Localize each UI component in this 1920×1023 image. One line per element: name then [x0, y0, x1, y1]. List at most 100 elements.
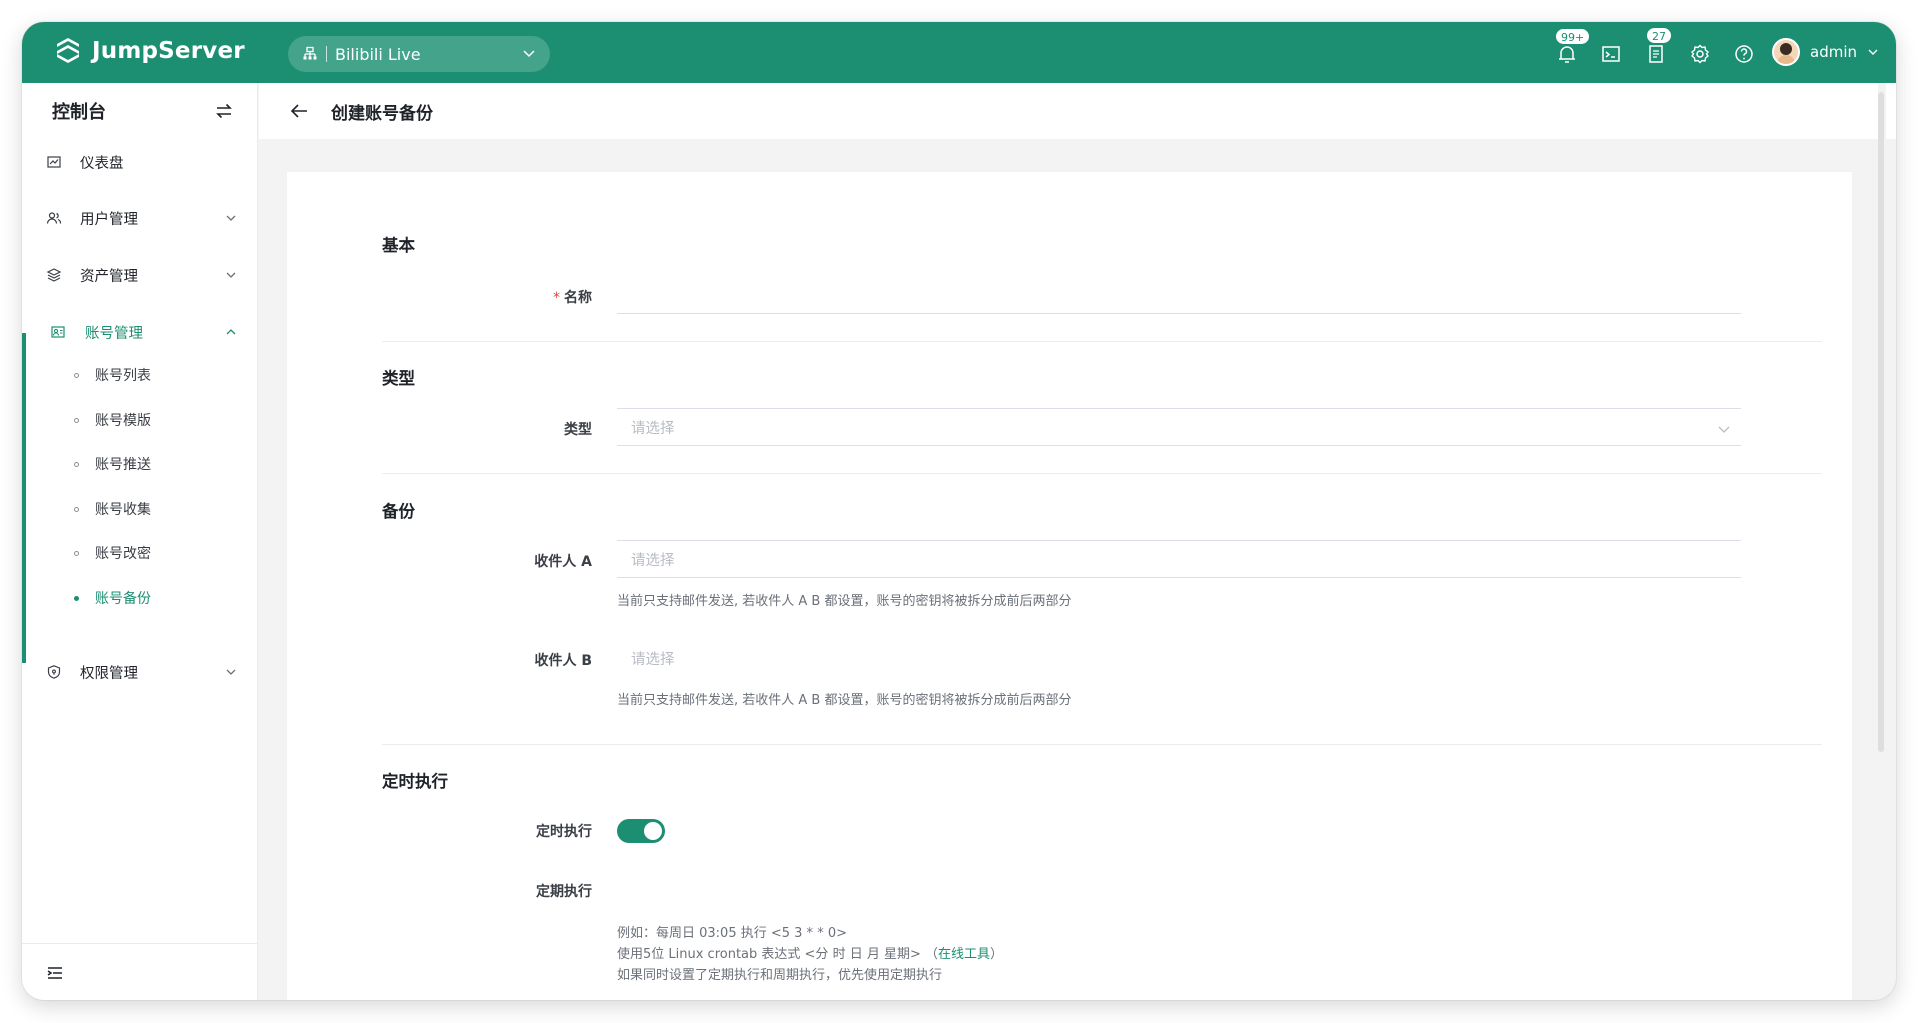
dashboard-icon: [47, 156, 61, 168]
section-title-type: 类型: [382, 369, 415, 388]
sidebar-item-permissions[interactable]: 权限管理: [22, 649, 258, 695]
users-icon: [46, 212, 62, 224]
sidebar-item-label: 用户管理: [80, 211, 138, 228]
collapse-sidebar-icon[interactable]: [46, 964, 64, 982]
bullet-icon: [74, 372, 79, 378]
recipient-a-placeholder: 请选择: [631, 552, 675, 569]
sidebar-subitem-account-backup[interactable]: 账号备份: [22, 580, 258, 616]
required-mark: *: [553, 290, 560, 306]
scrollbar-thumb[interactable]: [1878, 92, 1884, 752]
gear-icon[interactable]: [1689, 43, 1711, 65]
crontab-hint-example: 例如：每周日 03:05 执行 <5 3 * * 0>: [617, 926, 847, 941]
recipient-b-select[interactable]: 请选择: [617, 639, 1741, 677]
online-tool-link[interactable]: 在线工具: [938, 947, 990, 962]
form-card: 基本 * 名称 类型 类型 请选择 备份 收件人 A 请选择 当前只支持邮件发送,…: [287, 172, 1852, 1000]
sidebar-item-label: 权限管理: [80, 665, 138, 682]
avatar: [1772, 38, 1800, 66]
shield-icon: [47, 665, 61, 679]
sidebar-item-accounts[interactable]: 账号管理: [22, 309, 258, 355]
sidebar-subitem-account-push[interactable]: 账号推送: [22, 446, 258, 482]
section-title-basic: 基本: [382, 236, 415, 255]
chevron-down-icon: [226, 272, 236, 278]
tasks-icon[interactable]: [1645, 43, 1667, 65]
app-window: JumpServer Bilibili Live 99+ 27 admin 控制…: [22, 22, 1896, 1000]
type-label: 类型: [564, 422, 592, 438]
section-divider: [382, 473, 1822, 474]
back-arrow-icon[interactable]: [289, 102, 309, 120]
switch-view-icon[interactable]: [214, 101, 234, 121]
recipient-b-placeholder: 请选择: [631, 651, 675, 668]
crontab-hint-syntax: 使用5位 Linux crontab 表达式 <分 时 日 月 星期> （在线工…: [617, 943, 1003, 962]
account-icon: [51, 326, 65, 338]
subitem-label: 账号模版: [95, 413, 151, 429]
name-input[interactable]: [617, 276, 1741, 314]
organization-name: Bilibili Live: [335, 44, 421, 64]
sidebar-item-label: 账号管理: [85, 325, 143, 342]
recipient-a-label: 收件人 A: [534, 554, 592, 570]
organization-icon: [303, 46, 317, 60]
sidebar-footer: [22, 943, 258, 1000]
type-select[interactable]: 请选择: [617, 408, 1741, 446]
name-label-text: 名称: [564, 290, 592, 306]
section-divider: [382, 744, 1822, 745]
section-title-backup: 备份: [382, 502, 415, 521]
help-icon[interactable]: [1733, 43, 1755, 65]
layers-icon: [46, 268, 62, 282]
chevron-up-icon: [226, 329, 236, 335]
chevron-down-icon: [523, 50, 535, 58]
sidebar-item-label: 资产管理: [80, 268, 138, 285]
terminal-icon[interactable]: [1600, 43, 1622, 65]
sidebar-item-assets[interactable]: 资产管理: [22, 252, 258, 298]
sidebar-title: 控制台: [52, 102, 106, 123]
jumpserver-logo-icon: [57, 38, 79, 63]
sidebar-header: 控制台: [22, 83, 258, 139]
subitem-label: 账号收集: [95, 502, 151, 518]
chevron-down-icon: [226, 215, 236, 221]
crontab-hint-priority: 如果同时设置了定期执行和周期执行，优先使用定期执行: [617, 968, 943, 983]
brand-logo[interactable]: JumpServer: [52, 35, 245, 67]
periodic-label: 定期执行: [536, 884, 592, 900]
bell-icon[interactable]: [1556, 43, 1578, 65]
username: admin: [1810, 43, 1857, 61]
name-label: * 名称: [392, 287, 592, 307]
sidebar-item-users[interactable]: 用户管理: [22, 195, 258, 241]
type-placeholder: 请选择: [631, 420, 675, 437]
bullet-icon: [74, 461, 79, 467]
chevron-down-icon: [1868, 49, 1878, 55]
org-separator: [326, 46, 327, 62]
recipient-a-select[interactable]: 请选择: [617, 540, 1741, 578]
page-header: 创建账号备份: [259, 83, 1896, 139]
bullet-icon: [74, 595, 79, 601]
recipient-b-label: 收件人 B: [534, 653, 592, 669]
scheduled-label: 定时执行: [536, 824, 592, 840]
user-menu[interactable]: admin: [1772, 38, 1879, 66]
recipient-a-hint: 当前只支持邮件发送, 若收件人 A B 都设置，账号的密钥将被拆分成前后两部分: [617, 594, 1072, 609]
subitem-label: 账号改密: [95, 546, 151, 562]
scheduled-toggle[interactable]: [617, 819, 665, 843]
sidebar-item-dashboard[interactable]: 仪表盘: [22, 139, 258, 185]
crontab-hint-prefix: 使用5位 Linux crontab 表达式 <分 时 日 月 星期> （: [617, 947, 938, 962]
sidebar-subitem-change-secret[interactable]: 账号改密: [22, 535, 258, 571]
sidebar-subitem-account-list[interactable]: 账号列表: [22, 357, 258, 393]
sidebar-item-label: 仪表盘: [80, 155, 124, 172]
sidebar-subitem-account-gather[interactable]: 账号收集: [22, 491, 258, 527]
sidebar: 控制台 仪表盘 用户管理 资产管理 账号管理 账号列表 账号模版 账号推送 账号…: [22, 83, 258, 1000]
recipient-b-hint: 当前只支持邮件发送, 若收件人 A B 都设置，账号的密钥将被拆分成前后两部分: [617, 693, 1072, 708]
notifications-badge: 99+: [1555, 28, 1591, 45]
bullet-icon: [74, 417, 79, 423]
chevron-down-icon: [1718, 426, 1730, 433]
bullet-icon: [74, 550, 79, 556]
tasks-badge: 27: [1646, 27, 1672, 44]
page-title: 创建账号备份: [331, 103, 433, 124]
bullet-icon: [74, 506, 79, 512]
subitem-label: 账号列表: [95, 368, 151, 384]
subitem-label: 账号备份: [95, 591, 151, 607]
organization-select[interactable]: Bilibili Live: [288, 36, 550, 72]
subitem-label: 账号推送: [95, 457, 151, 473]
brand-name: JumpServer: [92, 38, 245, 64]
top-bar: JumpServer Bilibili Live 99+ 27 admin: [22, 22, 1896, 83]
section-title-schedule: 定时执行: [382, 772, 448, 791]
chevron-down-icon: [226, 669, 236, 675]
sidebar-subitem-account-template[interactable]: 账号模版: [22, 402, 258, 438]
section-divider: [382, 341, 1822, 342]
